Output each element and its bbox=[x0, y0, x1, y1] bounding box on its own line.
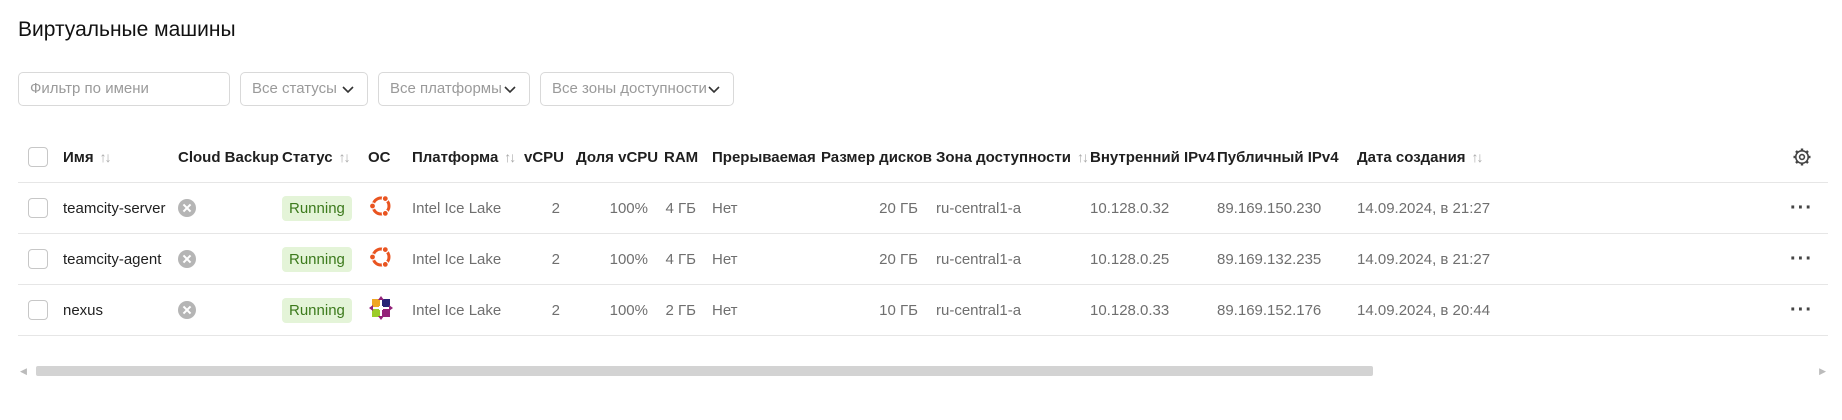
column-status[interactable]: Статус ↑↓ bbox=[282, 132, 351, 182]
table-row[interactable]: teamcity-server Running Intel Ice Lake 2… bbox=[18, 183, 1828, 234]
vcpu-share-value: 100% bbox=[609, 250, 648, 268]
column-backup: Cloud Backup bbox=[178, 148, 279, 166]
platform-value: Intel Ice Lake bbox=[412, 250, 502, 268]
backup-off-icon bbox=[178, 199, 196, 217]
vm-name[interactable]: teamcity-agent bbox=[63, 234, 161, 284]
page-title: Виртуальные машины bbox=[18, 18, 236, 41]
more-actions-icon[interactable]: ··· bbox=[1790, 299, 1813, 322]
preemptible-value: Нет bbox=[712, 250, 738, 268]
platform-value: Intel Ice Lake bbox=[412, 199, 502, 217]
column-preemptible: Прерываемая bbox=[712, 148, 816, 166]
chevron-down-icon bbox=[504, 86, 516, 94]
ram-value: 4 ГБ bbox=[665, 199, 696, 217]
chevron-down-icon bbox=[708, 86, 720, 94]
status-filter-select[interactable]: Все статусы bbox=[240, 72, 368, 106]
os-cell bbox=[368, 285, 394, 335]
column-platform[interactable]: Платформа ↑↓ bbox=[412, 132, 516, 182]
vcpu-value: 2 bbox=[551, 301, 560, 319]
platform-filter-select[interactable]: Все платформы bbox=[378, 72, 530, 106]
column-zone[interactable]: Зона доступности ↑↓ bbox=[936, 132, 1089, 182]
sort-icon[interactable]: ↑↓ bbox=[100, 149, 112, 165]
table-header: Имя ↑↓ Cloud Backup Статус ↑↓ ОС Платформа… bbox=[18, 132, 1828, 183]
name-filter[interactable] bbox=[18, 72, 230, 106]
horizontal-scrollbar[interactable]: ◀ ▶ bbox=[18, 364, 1828, 378]
sort-icon[interactable]: ↑↓ bbox=[504, 149, 516, 165]
backup-off-icon bbox=[178, 301, 196, 319]
more-actions-icon[interactable]: ··· bbox=[1790, 197, 1813, 220]
status-badge: Running bbox=[282, 195, 352, 221]
public-ip-value: 89.169.150.230 bbox=[1217, 199, 1322, 217]
ubuntu-icon bbox=[368, 245, 391, 268]
internal-ip-value: 10.128.0.33 bbox=[1090, 301, 1170, 319]
disk-size-value: 20 ГБ bbox=[879, 250, 918, 268]
internal-ip-value: 10.128.0.32 bbox=[1090, 199, 1170, 217]
vcpu-value: 2 bbox=[551, 199, 560, 217]
column-internal-ip: Внутренний IPv4 bbox=[1090, 148, 1215, 166]
column-public-ip: Публичный IPv4 bbox=[1217, 148, 1339, 166]
preemptible-value: Нет bbox=[712, 301, 738, 319]
internal-ip-value: 10.128.0.25 bbox=[1090, 250, 1170, 268]
vcpu-share-value: 100% bbox=[609, 301, 648, 319]
vm-name[interactable]: nexus bbox=[63, 285, 103, 335]
column-created[interactable]: Дата создания ↑↓ bbox=[1357, 132, 1484, 182]
sort-icon[interactable]: ↑↓ bbox=[339, 149, 351, 165]
public-ip-value: 89.169.152.176 bbox=[1217, 301, 1322, 319]
more-actions-icon[interactable]: ··· bbox=[1790, 248, 1813, 271]
name-filter-input[interactable] bbox=[30, 73, 210, 104]
ram-value: 2 ГБ bbox=[665, 301, 696, 319]
status-filter-value: Все статусы bbox=[252, 80, 337, 97]
zone-filter-select[interactable]: Все зоны доступности bbox=[540, 72, 734, 106]
scroll-left-icon[interactable]: ◀ bbox=[20, 366, 27, 377]
zone-value: ru-central1-a bbox=[936, 250, 1022, 268]
disk-size-value: 10 ГБ bbox=[879, 301, 918, 319]
created-value: 14.09.2024, в 21:27 bbox=[1357, 250, 1491, 268]
created-value: 14.09.2024, в 21:27 bbox=[1357, 199, 1491, 217]
column-disk-size: Размер дисков bbox=[821, 148, 932, 166]
created-value: 14.09.2024, в 20:44 bbox=[1357, 301, 1491, 319]
column-os: ОС bbox=[368, 148, 391, 166]
preemptible-value: Нет bbox=[712, 199, 738, 217]
vm-name[interactable]: teamcity-server bbox=[63, 183, 166, 233]
table-row[interactable]: teamcity-agent Running Intel Ice Lake 2 … bbox=[18, 234, 1828, 285]
table-row[interactable]: nexus Running Intel Ice Lake 2 100% 2 ГБ… bbox=[18, 285, 1828, 336]
disk-size-value: 20 ГБ bbox=[879, 199, 918, 217]
column-name[interactable]: Имя ↑↓ bbox=[63, 132, 112, 182]
platform-value: Intel Ice Lake bbox=[412, 301, 502, 319]
os-cell bbox=[368, 183, 394, 233]
row-checkbox[interactable] bbox=[28, 249, 48, 269]
scrollbar-thumb[interactable] bbox=[36, 366, 1373, 376]
gear-icon bbox=[1793, 148, 1811, 166]
sort-icon[interactable]: ↑↓ bbox=[1077, 149, 1089, 165]
row-checkbox[interactable] bbox=[28, 300, 48, 320]
row-checkbox[interactable] bbox=[28, 198, 48, 218]
column-vcpu: vCPU bbox=[524, 148, 565, 166]
status-badge: Running bbox=[282, 246, 352, 272]
public-ip-value: 89.169.132.235 bbox=[1217, 250, 1322, 268]
ubuntu-icon bbox=[368, 194, 391, 217]
os-cell bbox=[368, 234, 394, 284]
centos-icon bbox=[369, 296, 393, 320]
zone-value: ru-central1-a bbox=[936, 199, 1022, 217]
chevron-down-icon bbox=[342, 86, 354, 94]
ram-value: 4 ГБ bbox=[665, 250, 696, 268]
column-vcpu-share: Доля vCPU bbox=[576, 148, 659, 166]
sort-icon[interactable]: ↑↓ bbox=[1472, 149, 1484, 165]
vcpu-share-value: 100% bbox=[609, 199, 648, 217]
zone-value: ru-central1-a bbox=[936, 301, 1022, 319]
select-all-checkbox[interactable] bbox=[28, 147, 48, 167]
platform-filter-value: Все платформы bbox=[390, 80, 502, 97]
backup-off-icon bbox=[178, 250, 196, 268]
zone-filter-value: Все зоны доступности bbox=[552, 80, 707, 97]
table-settings-button[interactable] bbox=[1792, 132, 1812, 182]
vcpu-value: 2 bbox=[551, 250, 560, 268]
scroll-right-icon[interactable]: ▶ bbox=[1819, 366, 1826, 377]
status-badge: Running bbox=[282, 297, 352, 323]
column-ram: RAM bbox=[664, 148, 699, 166]
